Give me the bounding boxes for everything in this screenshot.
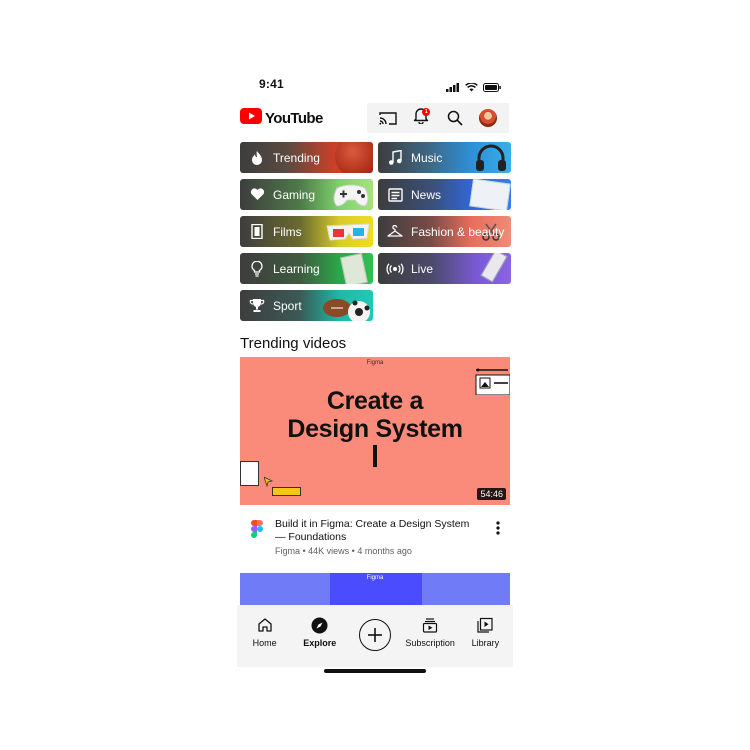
thumbnail-brand: Figma <box>366 360 384 366</box>
hanger-icon <box>386 223 404 241</box>
library-icon <box>475 615 495 635</box>
status-bar: 9:41 <box>237 68 513 102</box>
newspaper-graphic <box>469 179 511 210</box>
thumbnail-title-line2: Design System <box>287 415 463 443</box>
thumbnail-title: Create a Design System <box>240 387 510 443</box>
nav-label: Library <box>471 638 500 648</box>
header-actions: 1 <box>367 103 509 133</box>
signal-icon <box>446 79 460 97</box>
app-header: YouTube 1 <box>237 102 513 133</box>
youtube-logo-text: YouTube <box>265 110 323 127</box>
category-live[interactable]: Live <box>378 253 511 284</box>
category-label: Live <box>411 261 434 276</box>
category-label: Music <box>411 150 443 165</box>
category-label: Fashion & beauty <box>411 224 505 239</box>
category-label: Gaming <box>273 187 316 202</box>
category-label: Sport <box>273 298 302 313</box>
heart-icon <box>248 186 266 204</box>
text-cursor-graphic <box>373 445 377 467</box>
nav-library[interactable]: Library <box>459 615 511 648</box>
3d-glasses-graphic <box>325 222 371 247</box>
category-label: Films <box>273 224 302 239</box>
flame-icon <box>248 149 266 167</box>
home-indicator <box>324 669 426 673</box>
nav-home[interactable]: Home <box>239 615 291 648</box>
sports-balls-graphic <box>315 290 373 321</box>
nav-label: Explore <box>303 638 337 648</box>
trophy-icon <box>248 297 266 315</box>
cast-icon[interactable] <box>377 107 399 129</box>
nav-create[interactable] <box>349 615 401 651</box>
nav-label: Home <box>252 638 277 648</box>
video-title[interactable]: Build it in Figma: Create a Design Syste… <box>275 518 475 544</box>
youtube-play-icon <box>240 108 262 129</box>
plus-circle-icon <box>358 619 391 651</box>
video-duration: 54:46 <box>477 488 506 500</box>
search-icon[interactable] <box>444 107 466 129</box>
category-gaming[interactable]: Gaming <box>240 179 373 210</box>
globe-graphic <box>335 142 373 173</box>
category-trending[interactable]: Trending <box>240 142 373 173</box>
yellow-bar-graphic <box>272 487 301 496</box>
home-icon <box>255 615 275 635</box>
category-label: Learning <box>273 261 320 276</box>
compass-icon <box>310 615 330 635</box>
newspaper-icon <box>386 186 404 204</box>
nav-label: Subscription <box>405 638 455 648</box>
category-news[interactable]: News <box>378 179 511 210</box>
headphones-graphic <box>475 144 507 173</box>
shape-placeholder-graphic <box>240 461 259 486</box>
category-music[interactable]: Music <box>378 142 511 173</box>
status-time: 9:41 <box>259 77 284 91</box>
category-learning[interactable]: Learning <box>240 253 373 284</box>
notifications-button[interactable]: 1 <box>410 107 432 129</box>
category-fashion-beauty[interactable]: Fashion & beauty <box>378 216 511 247</box>
battery-icon <box>483 79 501 97</box>
avatar <box>479 109 498 127</box>
image-frame-graphic <box>474 367 510 400</box>
video-thumbnail[interactable]: Figma Create a Design System 54:46 <box>240 357 510 505</box>
figma-channel-icon[interactable] <box>250 519 264 539</box>
section-title-trending: Trending videos <box>240 335 347 352</box>
book-graphic <box>340 253 368 284</box>
youtube-logo[interactable]: YouTube <box>240 108 323 129</box>
account-button[interactable] <box>477 107 499 129</box>
thumbnail-brand: Figma <box>366 575 384 581</box>
more-options-icon[interactable] <box>492 519 504 537</box>
nav-explore[interactable]: Explore <box>294 615 346 648</box>
camera-graphic <box>480 253 508 283</box>
video-metadata: Figma • 44K views • 4 months ago <box>275 546 412 556</box>
category-films[interactable]: Films <box>240 216 373 247</box>
game-controller-graphic <box>331 182 371 210</box>
subscriptions-icon <box>420 615 440 635</box>
phone-screen: 9:41 YouTube 1 Trending Music Gaming New… <box>237 68 513 680</box>
wifi-icon <box>465 79 478 97</box>
lightbulb-icon <box>248 260 266 278</box>
category-sport[interactable]: Sport <box>240 290 373 321</box>
category-label: Trending <box>273 150 320 165</box>
live-broadcast-icon <box>386 260 404 278</box>
category-label: News <box>411 187 442 202</box>
thumbnail-title-line1: Create a <box>326 387 424 415</box>
music-note-icon <box>386 149 404 167</box>
film-icon <box>248 223 266 241</box>
bottom-nav: Home Explore Subscription Library <box>237 605 513 667</box>
status-icons <box>446 79 501 97</box>
nav-subscription[interactable]: Subscription <box>404 615 456 648</box>
video-meta: Build it in Figma: Create a Design Syste… <box>240 513 510 563</box>
